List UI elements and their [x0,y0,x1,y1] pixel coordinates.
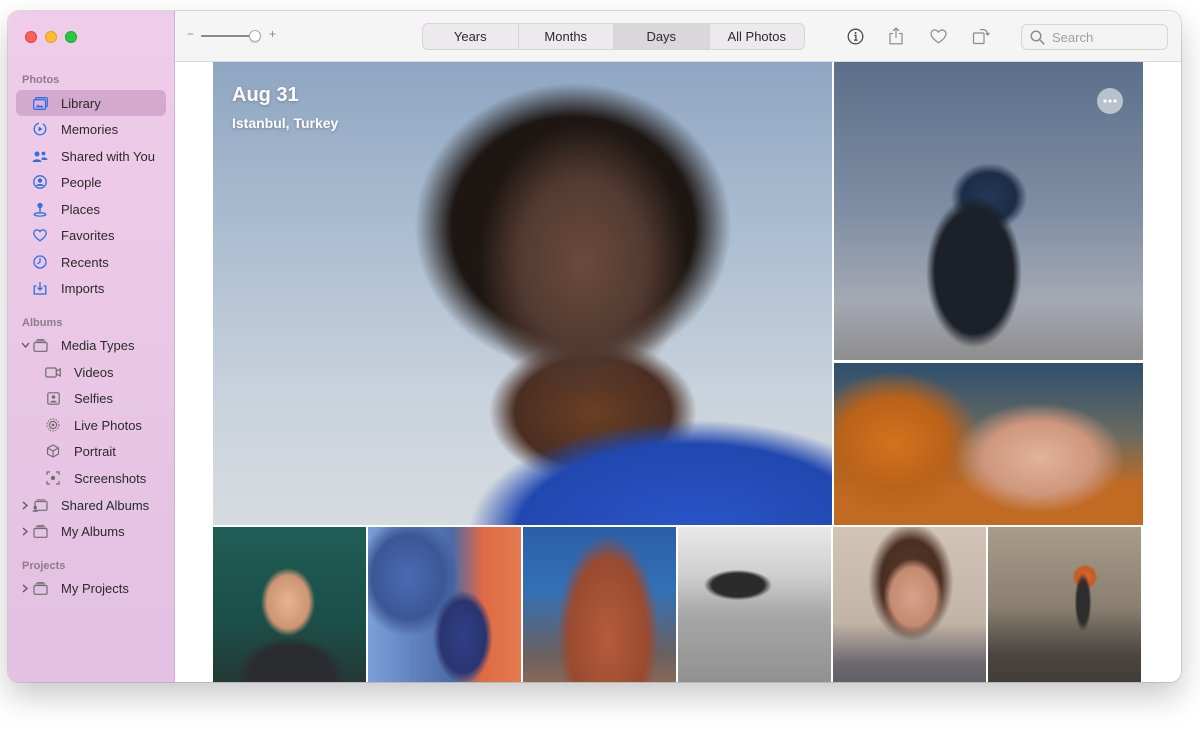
photo-thumbnail[interactable] [678,527,831,682]
minimize-button[interactable] [45,31,57,43]
sidebar-item-places[interactable]: Places [16,196,166,222]
photos-window: Photos Library Memories Shared with You … [8,11,1181,682]
shared-with-you-icon [32,148,48,164]
chevron-down-icon[interactable] [20,340,30,350]
chevron-right-icon[interactable] [20,583,30,593]
chevron-right-icon[interactable] [20,526,30,536]
ellipsis-icon [1103,99,1117,103]
memories-icon [32,121,48,137]
sidebar-item-label: Shared Albums [61,497,150,513]
zoom-fill [201,35,255,37]
sidebar-item-label: Imports [61,280,105,296]
album-stack-icon [32,580,48,596]
sidebar-item-label: Videos [74,364,114,380]
screenshot-icon [45,470,61,486]
album-stack-icon [32,523,48,539]
sidebar-item-favorites[interactable]: Favorites [16,222,166,248]
album-stack-icon [32,337,48,353]
sidebar-item-live-photos[interactable]: Live Photos [16,412,166,438]
sidebar-item-label: Favorites [61,227,115,243]
photo-thumbnail[interactable] [988,527,1141,682]
portrait-cube-icon [45,443,61,459]
sidebar-item-label: Media Types [61,337,135,353]
photo-thumbnail[interactable] [523,527,676,682]
sidebar-item-my-projects[interactable]: My Projects [16,575,166,601]
chevron-right-icon[interactable] [20,500,30,510]
section-title-albums: Albums [22,317,63,329]
search-placeholder: Search [1052,29,1094,45]
zoom-knob[interactable] [249,30,261,42]
photo-lying-portrait[interactable] [834,363,1143,525]
tab-days[interactable]: Days [614,24,710,49]
sidebar-item-label: Memories [61,121,119,137]
sidebar-item-portrait[interactable]: Portrait [16,438,166,464]
heart-icon[interactable] [927,25,949,47]
sidebar-item-label: Recents [61,254,109,270]
photo-thumbnail[interactable] [368,527,521,682]
sidebar-item-label: Places [61,201,101,217]
close-button[interactable] [25,31,37,43]
sidebar-item-my-albums[interactable]: My Albums [16,518,166,544]
search-field[interactable]: Search [1021,24,1168,50]
photo-hero-portrait[interactable]: Aug 31 Istanbul, Turkey [213,62,832,525]
photo-jumping[interactable] [834,62,1143,360]
sidebar-item-shared-albums[interactable]: Shared Albums [16,492,166,518]
sidebar-item-label: Shared with You [61,148,155,164]
sidebar-item-media-types[interactable]: Media Types [16,332,166,358]
toolbar: − + Years Months Days All Photos Search [175,11,1181,62]
sidebar-item-label: Screenshots [74,470,147,486]
sidebar-item-label: Library [61,95,101,111]
sidebar-item-label: Live Photos [74,417,142,433]
traffic-lights [25,31,77,43]
photo-grid: Aug 31 Istanbul, Turkey [175,62,1181,682]
sidebar-item-videos[interactable]: Videos [16,359,166,385]
clock-icon [32,254,48,270]
info-icon[interactable] [844,25,866,47]
tab-months[interactable]: Months [519,24,614,49]
video-icon [45,364,61,380]
live-photo-icon [45,417,61,433]
sidebar-item-label: My Projects [61,580,129,596]
day-location-label: Istanbul, Turkey [232,115,339,131]
more-options-button[interactable] [1097,88,1123,114]
day-date-label: Aug 31 [232,84,299,106]
photo-thumbnail[interactable] [833,527,986,682]
shared-album-icon [32,497,48,513]
people-icon [32,174,48,190]
sidebar-item-selfies[interactable]: Selfies [16,385,166,411]
sidebar-item-screenshots[interactable]: Screenshots [16,465,166,491]
places-icon [32,201,48,217]
search-icon [1030,29,1046,45]
sidebar-item-recents[interactable]: Recents [16,249,166,275]
tab-all-photos[interactable]: All Photos [710,24,805,49]
maximize-button[interactable] [65,31,77,43]
sidebar-item-library[interactable]: Library [16,90,166,116]
section-title-photos: Photos [22,74,60,86]
sidebar-item-label: Selfies [74,390,114,406]
sidebar-item-shared-with-you[interactable]: Shared with You [16,143,166,169]
sidebar-item-imports[interactable]: Imports [16,275,166,301]
photo-thumbnail[interactable] [213,527,366,682]
sidebar-item-label: People [61,174,102,190]
heart-icon [32,227,48,243]
sidebar-item-people[interactable]: People [16,169,166,195]
rotate-icon[interactable] [970,25,992,47]
zoom-out-label: − [187,27,195,41]
share-icon[interactable] [885,25,907,47]
sidebar-item-memories[interactable]: Memories [16,116,166,142]
view-segmented-control: Years Months Days All Photos [422,23,805,50]
section-title-projects: Projects [22,560,66,572]
import-icon [32,280,48,296]
sidebar-item-label: My Albums [61,523,125,539]
library-icon [32,95,48,111]
tab-years[interactable]: Years [423,24,519,49]
selfie-icon [45,390,61,406]
sidebar-item-label: Portrait [74,443,116,459]
sidebar: Photos Library Memories Shared with You … [8,11,175,682]
zoom-in-label: + [269,27,277,41]
zoom-slider[interactable]: − + [187,27,277,43]
